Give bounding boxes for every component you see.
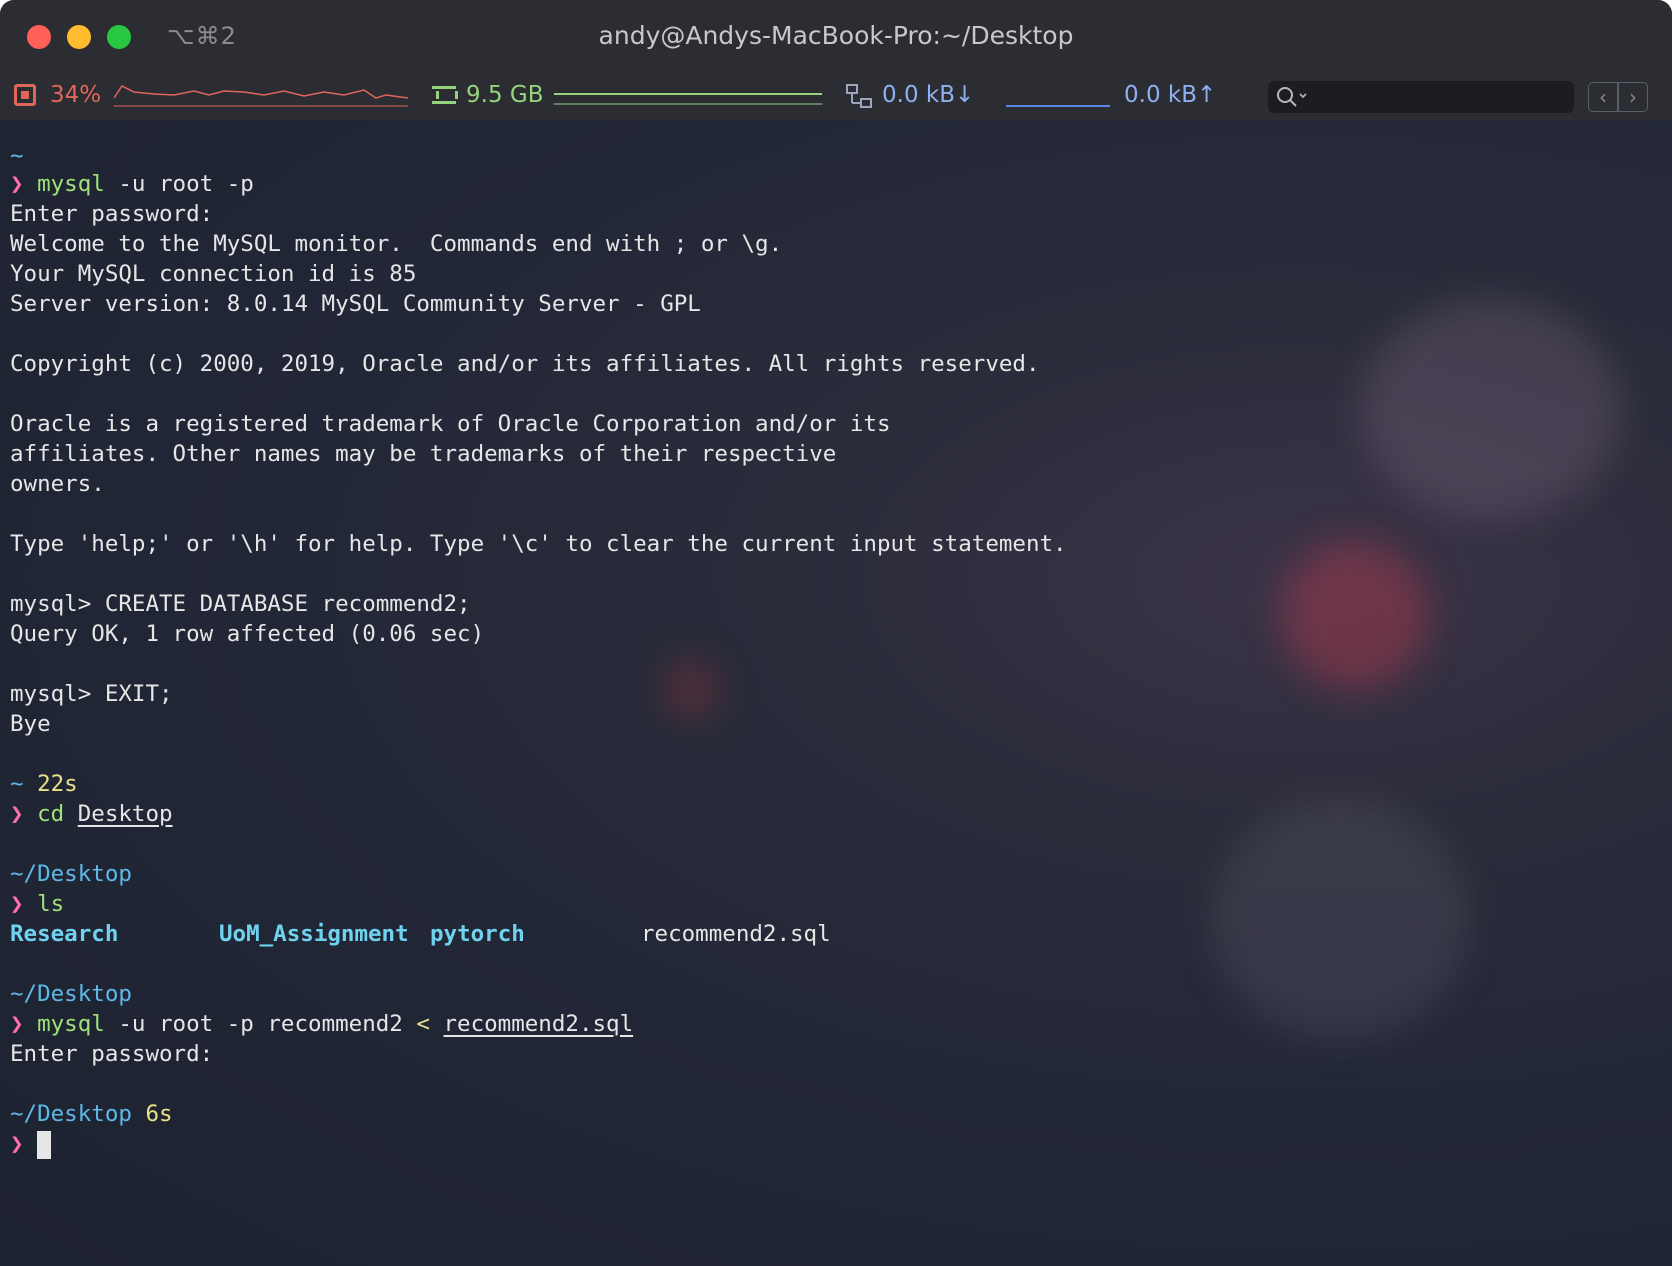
command-input-line[interactable]: ❯ <box>10 1129 52 1159</box>
output-line: Enter password: <box>10 201 214 227</box>
network-sparkline <box>1006 105 1110 107</box>
title-bar: ⌥⌘2 andy@Andys-MacBook-Pro:~/Desktop <box>0 0 1672 74</box>
text-cursor <box>37 1130 52 1159</box>
command-name: ls <box>37 891 65 917</box>
prompt-path: ~/Desktop <box>10 1101 132 1127</box>
prompt-line: ~ 22s <box>10 769 78 799</box>
command-name: cd <box>37 801 65 827</box>
window-title: andy@Andys-MacBook-Pro:~/Desktop <box>598 21 1074 50</box>
prompt-arrow: ❯ <box>10 1131 24 1157</box>
network-download: 0.0 kB↓ <box>882 82 975 108</box>
next-button[interactable]: › <box>1618 82 1648 112</box>
command-line: ❯ mysql -u root -p recommend2 < recommen… <box>10 1009 633 1039</box>
network-icon <box>846 84 872 108</box>
output-line: Server version: 8.0.14 MySQL Community S… <box>10 291 701 317</box>
memory-icon <box>432 86 458 104</box>
memory-usage: 9.5 GB <box>466 82 544 108</box>
prompt-arrow: ❯ <box>10 171 24 197</box>
cpu-usage: 34% <box>50 82 102 108</box>
output-line: mysql> CREATE DATABASE recommend2; <box>10 591 471 617</box>
terminal-window: ⌥⌘2 andy@Andys-MacBook-Pro:~/Desktop 34%… <box>0 0 1672 1266</box>
prompt-line: ~/Desktop 6s <box>10 1099 173 1129</box>
command-args: -u root -p recommend2 <box>104 1011 417 1037</box>
output-line: Oracle is a registered trademark of Orac… <box>10 411 891 437</box>
command-line: ❯ mysql -u root -p <box>10 169 254 199</box>
command-duration: 6s <box>131 1101 173 1127</box>
previous-button[interactable]: ‹ <box>1588 82 1618 112</box>
output-line: Your MySQL connection id is 85 <box>10 261 417 287</box>
output-line: affiliates. Other names may be trademark… <box>10 441 837 467</box>
output-line: mysql> EXIT; <box>10 681 173 707</box>
output-line: owners. <box>10 471 105 497</box>
cpu-sparkline <box>114 85 408 107</box>
command-line: ❯ ls <box>10 889 64 919</box>
command-duration: 22s <box>23 771 78 797</box>
command-file-arg: recommend2.sql <box>443 1011 634 1037</box>
command-name: mysql <box>37 1011 105 1037</box>
command-name: mysql <box>37 171 105 197</box>
prompt-arrow: ❯ <box>10 891 24 917</box>
output-line: Enter password: <box>10 1041 214 1067</box>
cpu-icon <box>14 84 36 106</box>
output-line: Query OK, 1 row affected (0.06 sec) <box>10 621 485 647</box>
ls-entry-directory: Research <box>10 921 119 947</box>
redirect-operator: < <box>416 1011 430 1037</box>
prompt-arrow: ❯ <box>10 1011 24 1037</box>
output-line: Type 'help;' or '\h' for help. Type '\c'… <box>10 531 1067 557</box>
output-line: Bye <box>10 711 51 737</box>
magnifier-icon <box>1277 87 1307 107</box>
output-line: Welcome to the MySQL monitor. Commands e… <box>10 231 783 257</box>
ls-entry-directory: pytorch <box>430 921 525 947</box>
output-line: Copyright (c) 2000, 2019, Oracle and/or … <box>10 351 1040 377</box>
memory-sparkline <box>554 93 822 105</box>
command-line: ❯ cd Desktop <box>10 799 173 829</box>
prompt-arrow: ❯ <box>10 801 24 827</box>
command-path-arg: Desktop <box>77 801 173 827</box>
search-input[interactable] <box>1268 81 1574 113</box>
prompt-path: ~/Desktop <box>10 981 132 1007</box>
prompt-path: ~ <box>10 771 24 797</box>
prompt-path: ~/Desktop <box>10 861 132 887</box>
terminal-output[interactable]: ~ ❯ mysql -u root -p Enter password: Wel… <box>0 120 1672 1266</box>
command-args: -u root -p <box>104 171 254 197</box>
network-upload: 0.0 kB↑ <box>1124 82 1217 108</box>
ls-entry-directory: UoM_Assignment <box>219 921 409 947</box>
prompt-path: ~ <box>10 143 24 169</box>
ls-entry-file: recommend2.sql <box>641 921 831 947</box>
